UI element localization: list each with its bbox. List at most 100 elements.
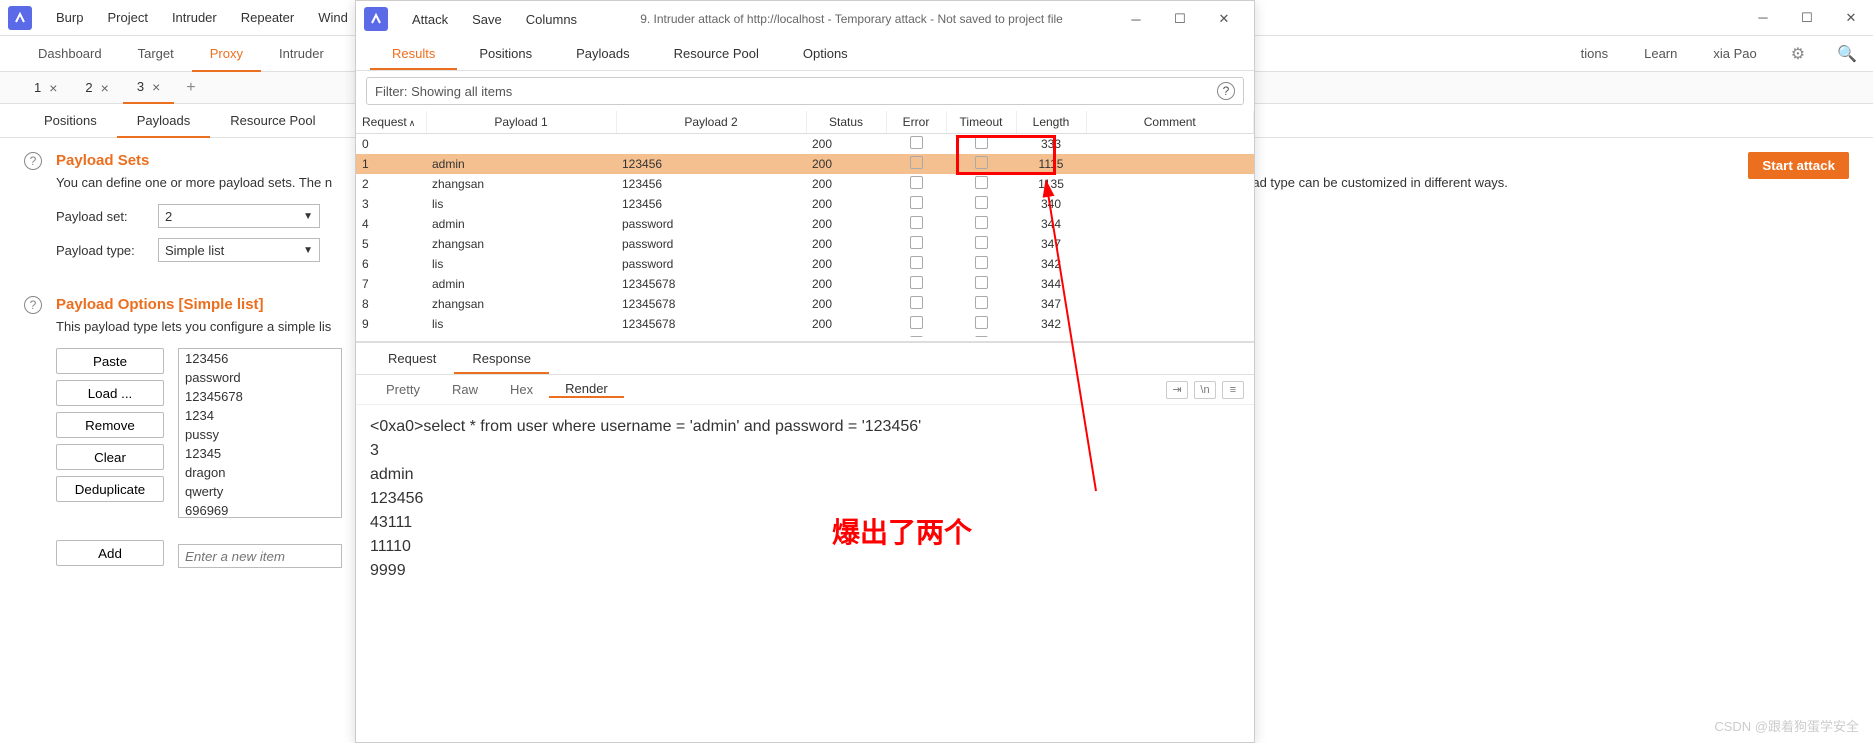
table-row[interactable]: 0200333 bbox=[356, 134, 1254, 155]
col-error[interactable]: Error bbox=[886, 111, 946, 134]
table-row[interactable]: 9lis12345678200342 bbox=[356, 314, 1254, 334]
close-icon[interactable]: ✕ bbox=[1202, 4, 1246, 34]
tab-xiapao[interactable]: xia Pao bbox=[1695, 36, 1774, 72]
red-text-annotation: 爆出了两个 bbox=[832, 511, 972, 551]
minimize-icon[interactable]: ─ bbox=[1741, 3, 1785, 33]
table-row[interactable]: 5zhangsanpassword200347 bbox=[356, 234, 1254, 254]
chevron-down-icon: ▼ bbox=[303, 211, 313, 222]
load-button[interactable]: Load ... bbox=[56, 380, 164, 406]
clear-button[interactable]: Clear bbox=[56, 444, 164, 470]
view-tab-raw[interactable]: Raw bbox=[436, 382, 494, 397]
table-row[interactable]: 2zhangsan1234562001135 bbox=[356, 174, 1254, 194]
attack-tab-payloads[interactable]: Payloads bbox=[554, 37, 651, 70]
view-tab-hex[interactable]: Hex bbox=[494, 382, 549, 397]
payload-list[interactable]: 123456 password 12345678 1234 pussy 1234… bbox=[178, 348, 342, 518]
table-row[interactable]: 6lispassword200342 bbox=[356, 254, 1254, 274]
search-icon[interactable]: 🔍 bbox=[1837, 44, 1857, 64]
chevron-down-icon: ▼ bbox=[303, 245, 313, 256]
deduplicate-button[interactable]: Deduplicate bbox=[56, 476, 164, 502]
sub-tab-3[interactable]: 3× bbox=[123, 72, 174, 104]
list-item[interactable]: 12345678 bbox=[179, 387, 341, 406]
col-timeout[interactable]: Timeout bbox=[946, 111, 1016, 134]
paste-button[interactable]: Paste bbox=[56, 348, 164, 374]
col-length[interactable]: Length bbox=[1016, 111, 1086, 134]
wrap-icon[interactable]: ⇥ bbox=[1166, 381, 1188, 399]
settings-icon[interactable]: ⚙ bbox=[1791, 44, 1805, 64]
table-row[interactable]: 3lis123456200340 bbox=[356, 194, 1254, 214]
render-content: <0xa0>select * from user where username … bbox=[356, 405, 1254, 593]
rr-tab-request[interactable]: Request bbox=[370, 343, 454, 374]
list-item[interactable]: 12345 bbox=[179, 444, 341, 463]
view-tab-pretty[interactable]: Pretty bbox=[370, 382, 436, 397]
close-icon[interactable]: × bbox=[101, 72, 109, 104]
sub-tab-1[interactable]: 1× bbox=[20, 72, 71, 104]
view-tabs: Pretty Raw Hex Render ⇥ \n ≡ bbox=[356, 375, 1254, 405]
close-icon[interactable]: × bbox=[152, 71, 160, 103]
inner-tab-positions[interactable]: Positions bbox=[24, 104, 117, 138]
menu-burp[interactable]: Burp bbox=[44, 0, 95, 36]
close-icon[interactable]: × bbox=[49, 72, 57, 104]
add-tab-button[interactable]: + bbox=[174, 79, 207, 97]
menu-window[interactable]: Wind bbox=[306, 0, 360, 36]
remove-button[interactable]: Remove bbox=[56, 412, 164, 438]
attack-menu-columns[interactable]: Columns bbox=[514, 12, 589, 27]
col-payload1[interactable]: Payload 1 bbox=[426, 111, 616, 134]
tab-dashboard[interactable]: Dashboard bbox=[20, 36, 120, 72]
tab-learn[interactable]: Learn bbox=[1626, 36, 1695, 72]
maximize-icon[interactable]: ☐ bbox=[1785, 3, 1829, 33]
attack-tabs: Results Positions Payloads Resource Pool… bbox=[356, 37, 1254, 71]
payload-set-select[interactable]: 2▼ bbox=[158, 204, 320, 228]
close-icon[interactable]: ✕ bbox=[1829, 3, 1873, 33]
attack-tab-resource-pool[interactable]: Resource Pool bbox=[652, 37, 781, 70]
list-item[interactable]: pussy bbox=[179, 425, 341, 444]
sub-tab-2[interactable]: 2× bbox=[71, 72, 122, 104]
inner-tab-payloads[interactable]: Payloads bbox=[117, 104, 210, 138]
help-icon[interactable]: ? bbox=[24, 152, 42, 170]
list-item[interactable]: qwerty bbox=[179, 482, 341, 501]
list-item[interactable]: 696969 bbox=[179, 501, 341, 518]
minimize-icon[interactable]: ─ bbox=[1114, 4, 1158, 34]
list-item[interactable]: dragon bbox=[179, 463, 341, 482]
burp-logo-icon bbox=[8, 6, 32, 30]
table-row[interactable]: 8zhangsan12345678200347 bbox=[356, 294, 1254, 314]
table-row[interactable]: 1admin1234562001115 bbox=[356, 154, 1254, 174]
newline-icon[interactable]: \n bbox=[1194, 381, 1216, 399]
inner-tab-resource-pool[interactable]: Resource Pool bbox=[210, 104, 335, 138]
col-request[interactable]: Request∧ bbox=[356, 111, 426, 134]
col-comment[interactable]: Comment bbox=[1086, 111, 1254, 134]
attack-tab-positions[interactable]: Positions bbox=[457, 37, 554, 70]
maximize-icon[interactable]: ☐ bbox=[1158, 4, 1202, 34]
add-button[interactable]: Add bbox=[56, 540, 164, 566]
table-row[interactable]: 7admin12345678200344 bbox=[356, 274, 1254, 294]
help-icon[interactable]: ? bbox=[24, 296, 42, 314]
start-attack-button[interactable]: Start attack bbox=[1748, 152, 1849, 179]
menu-project[interactable]: Project bbox=[95, 0, 159, 36]
col-status[interactable]: Status bbox=[806, 111, 886, 134]
menu-icon[interactable]: ≡ bbox=[1222, 381, 1244, 399]
tab-intruder[interactable]: Intruder bbox=[261, 36, 342, 72]
tab-tions[interactable]: tions bbox=[1563, 36, 1626, 72]
attack-menu-save[interactable]: Save bbox=[460, 12, 514, 27]
attack-menu-attack[interactable]: Attack bbox=[400, 12, 460, 27]
payload-set-label: Payload set: bbox=[56, 209, 148, 224]
filter-bar[interactable]: Filter: Showing all items ? bbox=[366, 77, 1244, 105]
table-row[interactable]: 4adminpassword200344 bbox=[356, 214, 1254, 234]
help-icon[interactable]: ? bbox=[1217, 82, 1235, 100]
attack-tab-results[interactable]: Results bbox=[370, 37, 457, 70]
view-tab-render[interactable]: Render bbox=[549, 381, 624, 398]
tab-target[interactable]: Target bbox=[120, 36, 192, 72]
menu-repeater[interactable]: Repeater bbox=[229, 0, 306, 36]
rr-tab-response[interactable]: Response bbox=[454, 343, 549, 374]
menu-intruder[interactable]: Intruder bbox=[160, 0, 229, 36]
list-item[interactable]: password bbox=[179, 368, 341, 387]
results-table-container: Request∧ Payload 1 Payload 2 Status Erro… bbox=[356, 111, 1254, 337]
results-table: Request∧ Payload 1 Payload 2 Status Erro… bbox=[356, 111, 1254, 337]
payload-type-select[interactable]: Simple list▼ bbox=[158, 238, 320, 262]
tab-proxy[interactable]: Proxy bbox=[192, 36, 261, 72]
col-payload2[interactable]: Payload 2 bbox=[616, 111, 806, 134]
new-item-input[interactable] bbox=[178, 544, 342, 568]
list-item[interactable]: 123456 bbox=[179, 349, 341, 368]
attack-tab-options[interactable]: Options bbox=[781, 37, 870, 70]
list-item[interactable]: 1234 bbox=[179, 406, 341, 425]
table-row[interactable]: 10admin1234200340 bbox=[356, 334, 1254, 337]
